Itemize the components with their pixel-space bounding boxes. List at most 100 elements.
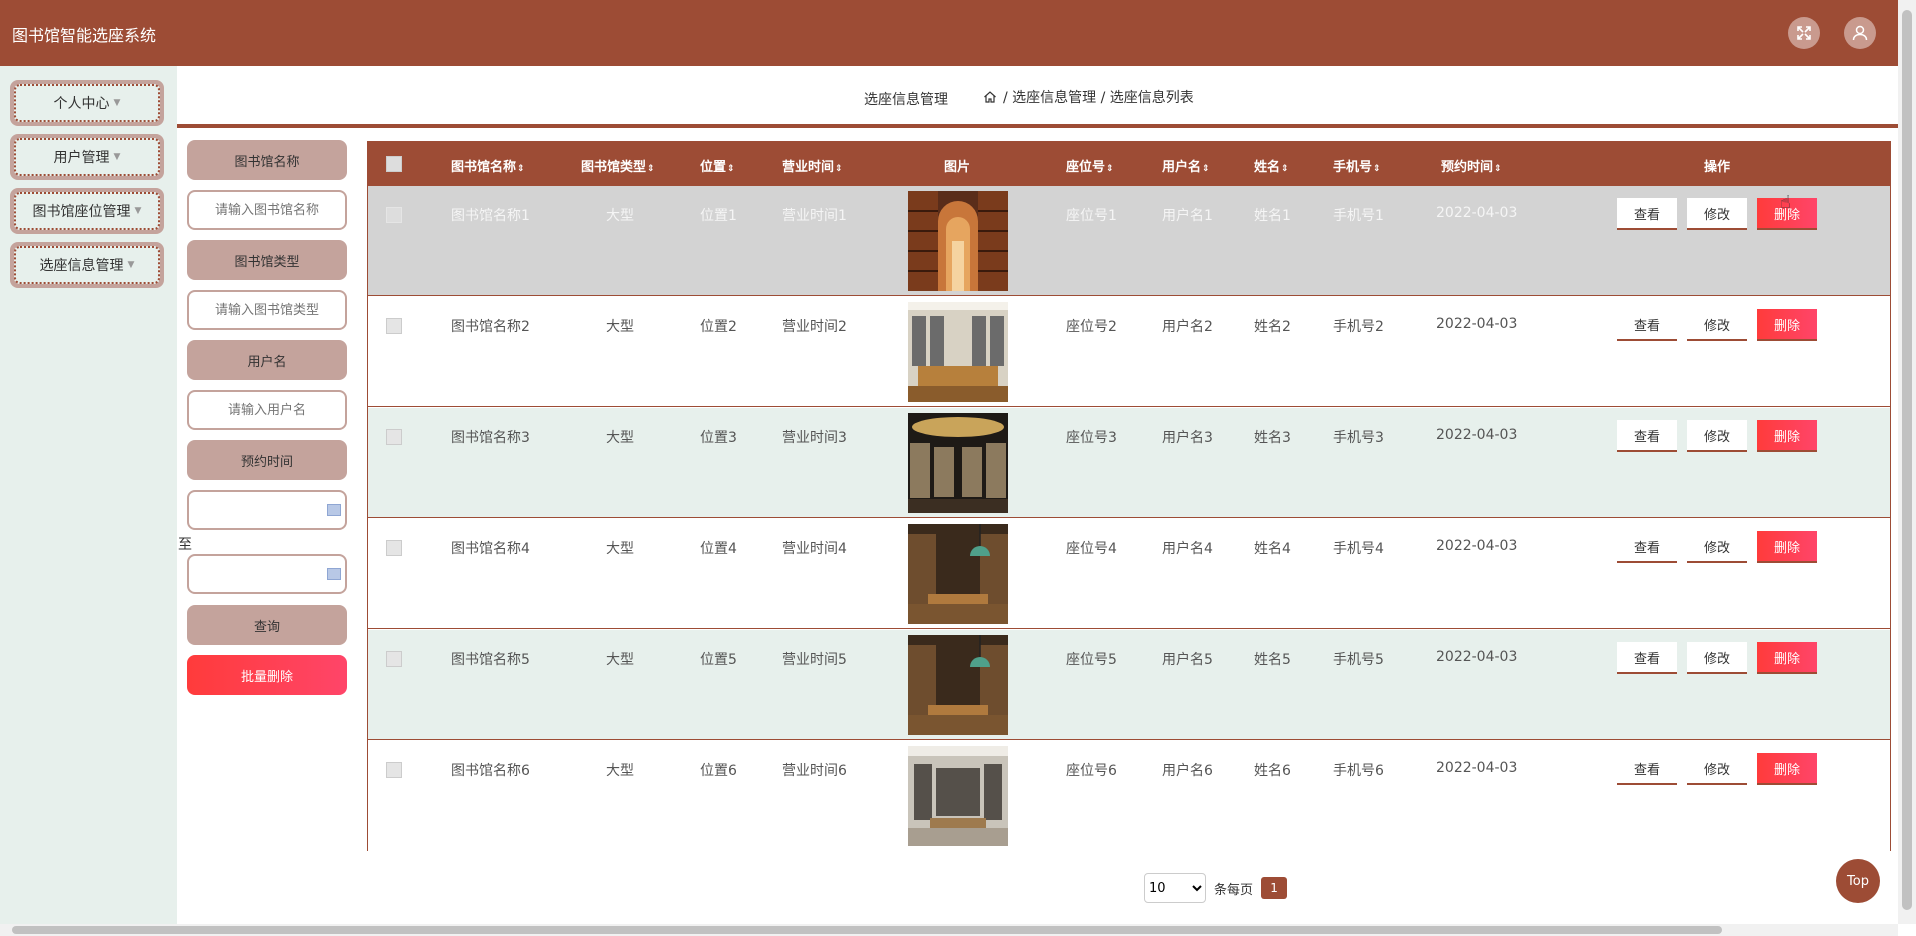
cell-seat: 座位号5 [1066,652,1117,668]
column-header-location[interactable]: 位置⇕ [700,156,735,175]
top-header: 图书馆智能选座系统 [0,0,1898,66]
username-input[interactable] [187,390,347,430]
library-name-label: 图书馆名称 [187,140,347,180]
cell-username: 用户名6 [1162,763,1213,779]
view-button[interactable]: 查看 [1617,309,1677,341]
column-header-username[interactable]: 用户名⇕ [1162,156,1210,175]
calendar-icon[interactable] [327,568,341,580]
cell-location: 位置1 [700,208,737,224]
reserve-time-start-input[interactable] [187,490,347,530]
sort-icon: ⇕ [1373,164,1381,174]
user-avatar-icon[interactable] [1844,17,1876,49]
fullscreen-icon[interactable] [1788,17,1820,49]
edit-button[interactable]: 修改 [1687,420,1747,452]
table-row[interactable]: 图书馆名称4 大型 位置4 营业时间4 座位号4 用户名4 姓名4 手机号4 2… [368,519,1890,629]
table-row[interactable]: 图书馆名称5 大型 位置5 营业时间5 座位号5 用户名5 姓名5 手机号5 2… [368,630,1890,740]
reserve-time-start-field[interactable] [187,490,347,530]
sidebar-item-personal-center[interactable]: 个人中心 ▼ [10,80,164,126]
library-type-input[interactable] [187,290,347,330]
edit-button[interactable]: 修改 [1687,198,1747,230]
sidebar-item-user-management[interactable]: 用户管理 ▼ [10,134,164,180]
sort-icon: ⇕ [1494,164,1502,174]
delete-button[interactable]: 删除 [1757,309,1817,341]
cell-location: 位置2 [700,319,737,335]
cell-seat: 座位号1 [1066,208,1117,224]
view-button[interactable]: 查看 [1617,198,1677,230]
sort-icon: ⇕ [1202,164,1210,174]
table-row[interactable]: 图书馆名称2 大型 位置2 营业时间2 座位号2 用户名2 姓名2 手机号2 2… [368,297,1890,407]
horizontal-scrollbar[interactable] [0,924,1898,936]
sort-icon: ⇕ [647,164,655,174]
table-row[interactable]: 图书馆名称6 大型 位置6 营业时间6 座位号6 用户名6 姓名6 手机号6 2… [368,741,1890,851]
cell-library-name: 图书馆名称2 [451,319,530,335]
column-header-seat[interactable]: 座位号⇕ [1066,156,1114,175]
row-checkbox[interactable] [386,762,402,778]
row-checkbox[interactable] [386,429,402,445]
cell-seat: 座位号4 [1066,541,1117,557]
column-header-realname[interactable]: 姓名⇕ [1254,156,1289,175]
edit-button[interactable]: 修改 [1687,642,1747,674]
delete-button[interactable]: 删除 [1757,642,1817,674]
bulk-delete-button[interactable]: 批量删除 [187,655,347,695]
cell-seat: 座位号2 [1066,319,1117,335]
library-image[interactable] [908,413,1008,513]
column-header-library-name[interactable]: 图书馆名称⇕ [451,156,525,175]
cell-library-type: 大型 [606,430,634,446]
library-image[interactable] [908,524,1008,624]
cell-phone: 手机号4 [1333,541,1384,557]
horizontal-scrollbar-thumb[interactable] [12,926,1722,934]
select-all-checkbox[interactable] [386,156,402,172]
library-name-input[interactable] [187,190,347,230]
library-image[interactable] [908,635,1008,735]
calendar-icon[interactable] [327,504,341,516]
view-button[interactable]: 查看 [1617,531,1677,563]
row-checkbox[interactable] [386,651,402,667]
vertical-scrollbar[interactable] [1898,0,1916,924]
library-image[interactable] [908,191,1008,291]
edit-button[interactable]: 修改 [1687,531,1747,563]
view-button[interactable]: 查看 [1617,642,1677,674]
column-header-phone[interactable]: 手机号⇕ [1333,156,1381,175]
view-button[interactable]: 查看 [1617,420,1677,452]
page-number-button[interactable]: 1 [1261,877,1288,899]
reserve-time-end-field[interactable] [187,554,347,594]
row-checkbox[interactable] [386,207,402,223]
breadcrumb: / 选座信息管理 / 选座信息列表 [983,87,1194,107]
row-checkbox[interactable] [386,540,402,556]
view-button[interactable]: 查看 [1617,753,1677,785]
column-header-library-type[interactable]: 图书馆类型⇕ [581,156,655,175]
cell-library-type: 大型 [606,208,634,224]
delete-button[interactable]: 删除 [1757,420,1817,452]
sidebar-item-label: 图书馆座位管理 [32,204,131,220]
data-table: 图书馆名称⇕ 图书馆类型⇕ 位置⇕ 营业时间⇕ 图片 座位号⇕ 用户名⇕ 姓名⇕… [367,141,1891,851]
cell-realname: 姓名5 [1254,652,1291,668]
breadcrumb-path: / 选座信息管理 / 选座信息列表 [1003,90,1194,106]
edit-button[interactable]: 修改 [1687,309,1747,341]
edit-button[interactable]: 修改 [1687,753,1747,785]
cell-realname: 姓名1 [1254,208,1291,224]
row-checkbox[interactable] [386,318,402,334]
cell-seat: 座位号3 [1066,430,1117,446]
cell-realname: 姓名2 [1254,319,1291,335]
page-size-select[interactable]: 10 [1144,873,1206,903]
library-image[interactable] [908,746,1008,846]
delete-button[interactable]: 删除 [1757,753,1817,785]
table-row[interactable]: 图书馆名称3 大型 位置3 营业时间3 座位号3 用户名3 姓名3 手机号3 2… [368,408,1890,518]
sidebar-item-seat-selection[interactable]: 选座信息管理 ▼ [10,242,164,288]
home-icon[interactable] [983,90,997,104]
query-button[interactable]: 查询 [187,605,347,645]
back-to-top-button[interactable]: Top [1836,859,1880,903]
cell-location: 位置5 [700,652,737,668]
delete-button[interactable]: 删除 [1757,531,1817,563]
table-row[interactable]: 图书馆名称1 大型 位置1 营业时间1 座位号1 用户名1 姓名1 手机号1 2… [368,186,1890,296]
column-header-hours[interactable]: 营业时间⇕ [782,156,843,175]
reserve-time-end-input[interactable] [187,554,347,594]
vertical-scrollbar-thumb[interactable] [1902,10,1912,910]
sort-icon: ⇕ [1106,164,1114,174]
column-header-reserve-time[interactable]: 预约时间⇕ [1441,156,1502,175]
library-image[interactable] [908,302,1008,402]
cell-username: 用户名1 [1162,208,1213,224]
cell-realname: 姓名6 [1254,763,1291,779]
sidebar-item-seat-management[interactable]: 图书馆座位管理 ▼ [10,188,164,234]
cell-library-type: 大型 [606,763,634,779]
